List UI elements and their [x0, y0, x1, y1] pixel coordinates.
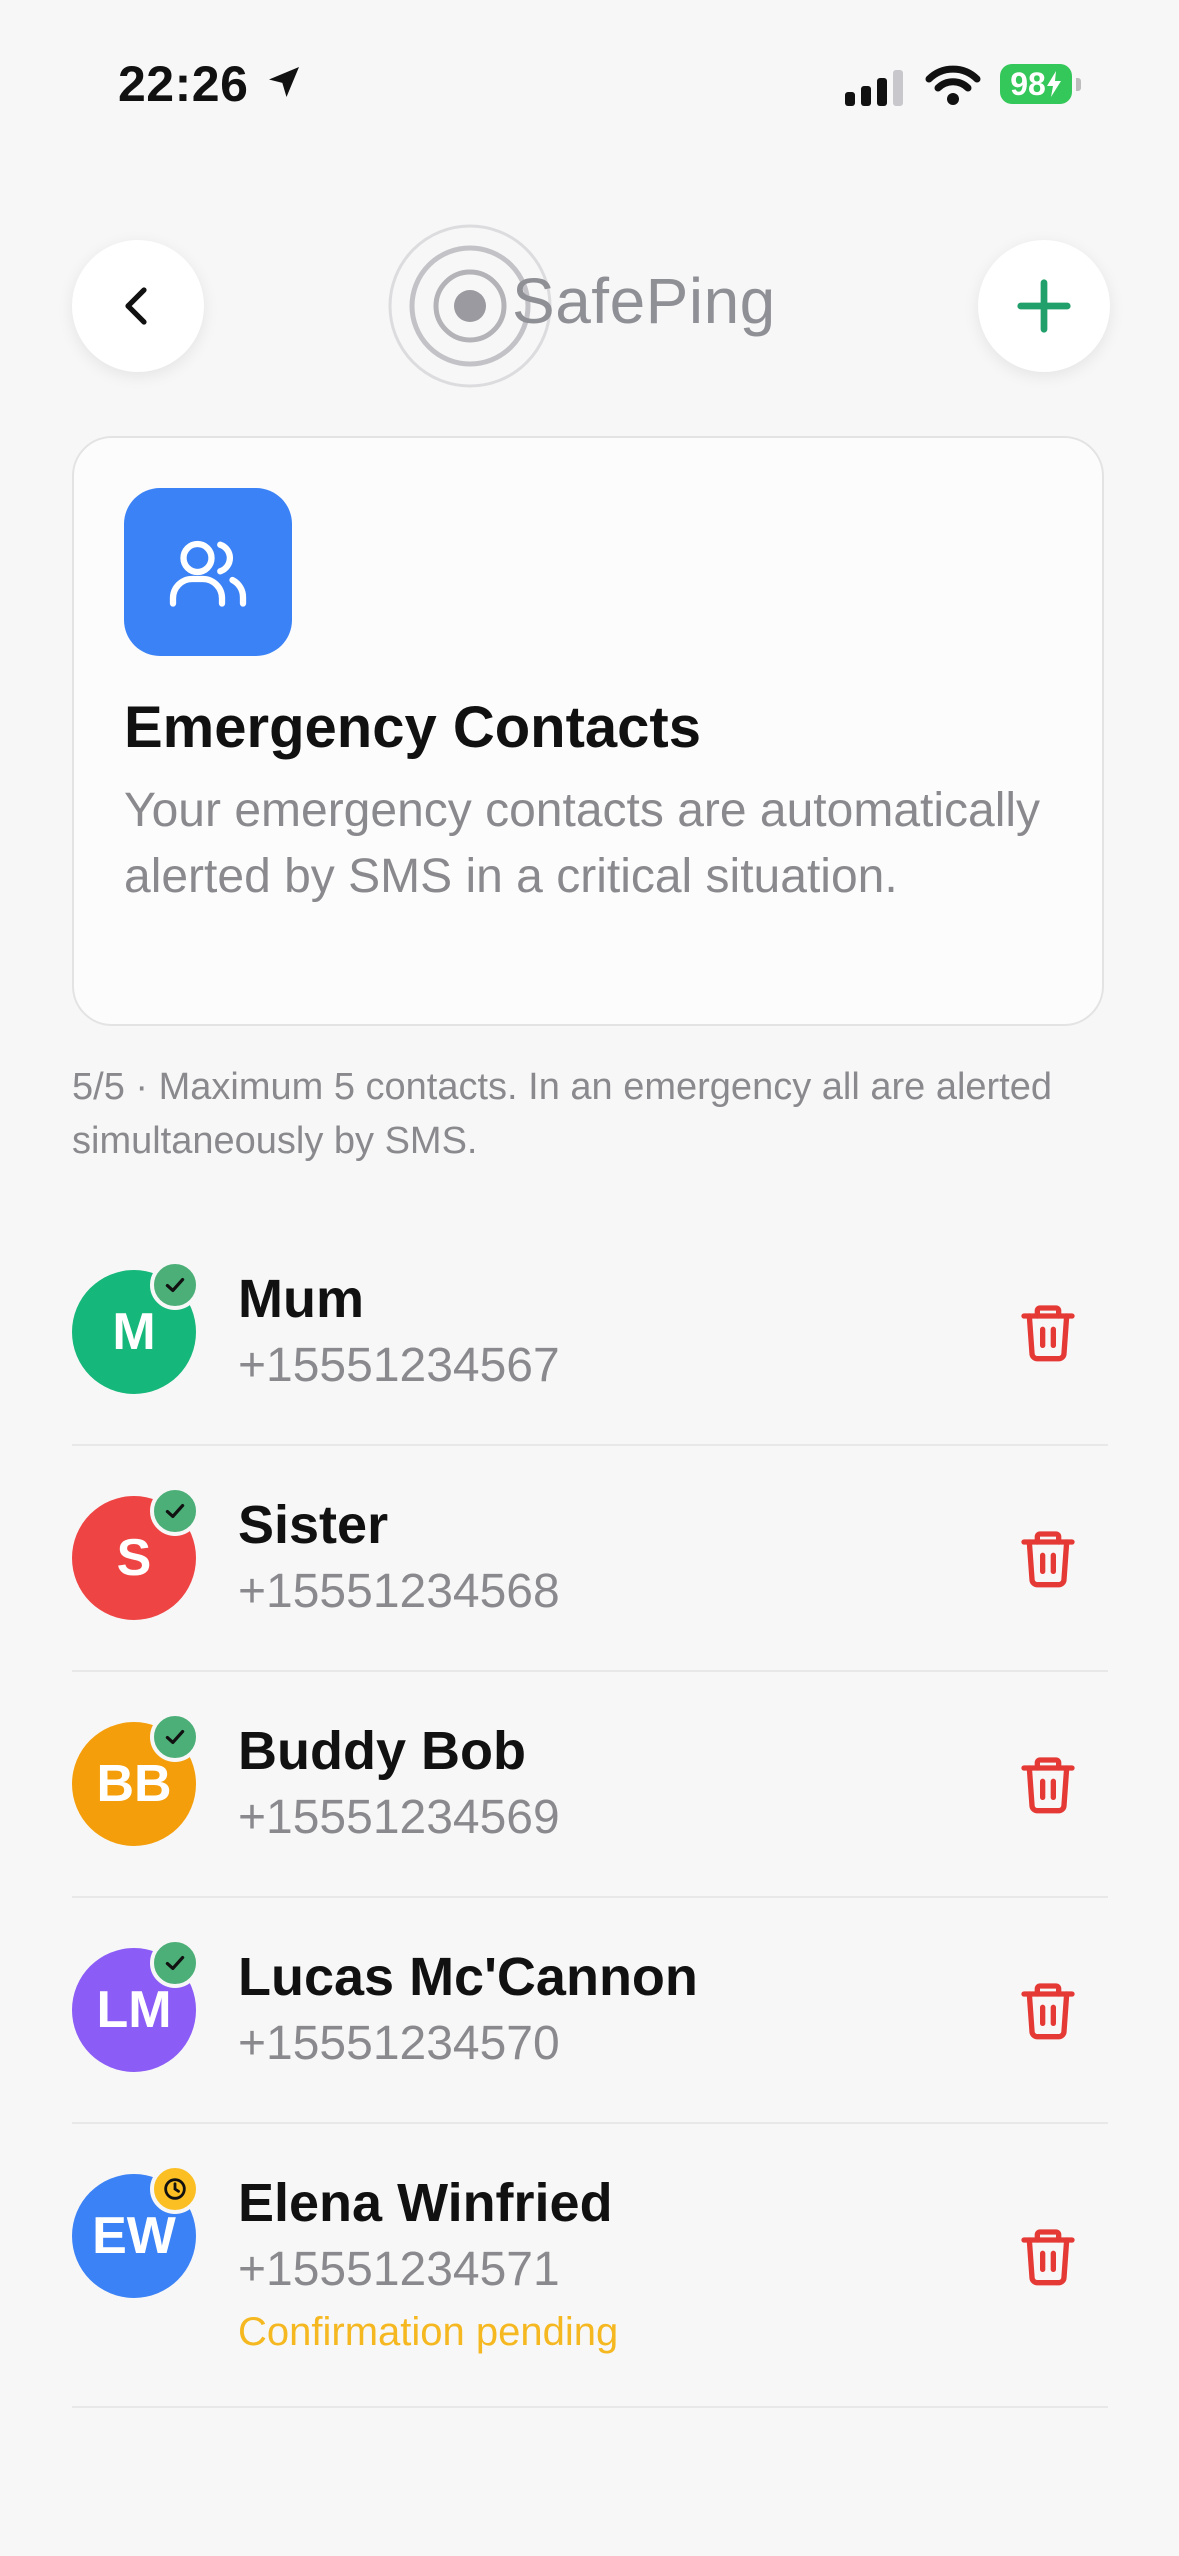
charging-bolt-icon	[1046, 71, 1061, 97]
status-time: 22:26	[118, 56, 249, 112]
chevron-left-icon	[125, 287, 147, 325]
trash-icon[interactable]	[1016, 2224, 1080, 2288]
location-arrow-icon	[269, 67, 299, 97]
contacts-limit-note: 5/5 · Maximum 5 contacts. In an emergenc…	[72, 1066, 1053, 1162]
trash-icon[interactable]	[1016, 1526, 1080, 1590]
trash-icon[interactable]	[1016, 1978, 1080, 2042]
contact-phone: +15551234567	[238, 1339, 560, 1392]
battery-level: 98	[1010, 65, 1046, 102]
card-icon-tile	[124, 488, 292, 656]
contact-name: Lucas Mc'Cannon	[238, 1947, 698, 2007]
trash-icon[interactable]	[1016, 1752, 1080, 1816]
cellular-signal-icon	[845, 70, 903, 106]
contact-phone: +15551234569	[238, 1791, 560, 1844]
contacts-list: M Mum +15551234567 S Sister +15551234568…	[72, 1220, 1108, 2408]
confirmed-check-icon	[150, 1260, 200, 1310]
contact-row[interactable]: BB Buddy Bob +15551234569	[72, 1672, 1108, 1898]
back-button[interactable]	[72, 240, 204, 372]
contact-row[interactable]: EW Elena Winfried +15551234571 Confirmat…	[72, 2124, 1108, 2408]
contact-phone: +15551234571	[238, 2243, 560, 2296]
confirmation-pending-label: Confirmation pending	[238, 2310, 619, 2354]
battery-indicator: 98	[1000, 64, 1072, 104]
battery-cap	[1076, 78, 1081, 91]
users-icon	[169, 540, 247, 607]
contact-row[interactable]: LM Lucas Mc'Cannon +15551234570	[72, 1898, 1108, 2124]
contact-name: Buddy Bob	[238, 1721, 526, 1781]
app-logo: SafePing	[388, 224, 775, 388]
info-card: Emergency Contacts Your emergency contac…	[72, 436, 1104, 1026]
confirmed-check-icon	[150, 1486, 200, 1536]
confirmed-check-icon	[150, 1938, 200, 1988]
confirmed-check-icon	[150, 1712, 200, 1762]
contact-name: Elena Winfried	[238, 2173, 613, 2233]
contact-name: Mum	[238, 1269, 364, 1329]
app-name: SafePing	[512, 265, 776, 337]
trash-icon[interactable]	[1016, 1300, 1080, 1364]
contact-row[interactable]: M Mum +15551234567	[72, 1220, 1108, 1446]
contact-phone: +15551234568	[238, 1565, 560, 1618]
card-description: Your emergency contacts are automaticall…	[124, 784, 1041, 903]
wifi-icon	[925, 65, 981, 105]
contact-phone: +15551234570	[238, 2017, 560, 2070]
contact-row[interactable]: S Sister +15551234568	[72, 1446, 1108, 1672]
pending-clock-icon	[150, 2164, 200, 2214]
card-title: Emergency Contacts	[124, 695, 701, 760]
contact-name: Sister	[238, 1495, 389, 1555]
add-contact-button[interactable]	[978, 240, 1110, 372]
status-bar: 22:26 98	[0, 0, 1179, 150]
plus-icon	[1017, 279, 1071, 333]
